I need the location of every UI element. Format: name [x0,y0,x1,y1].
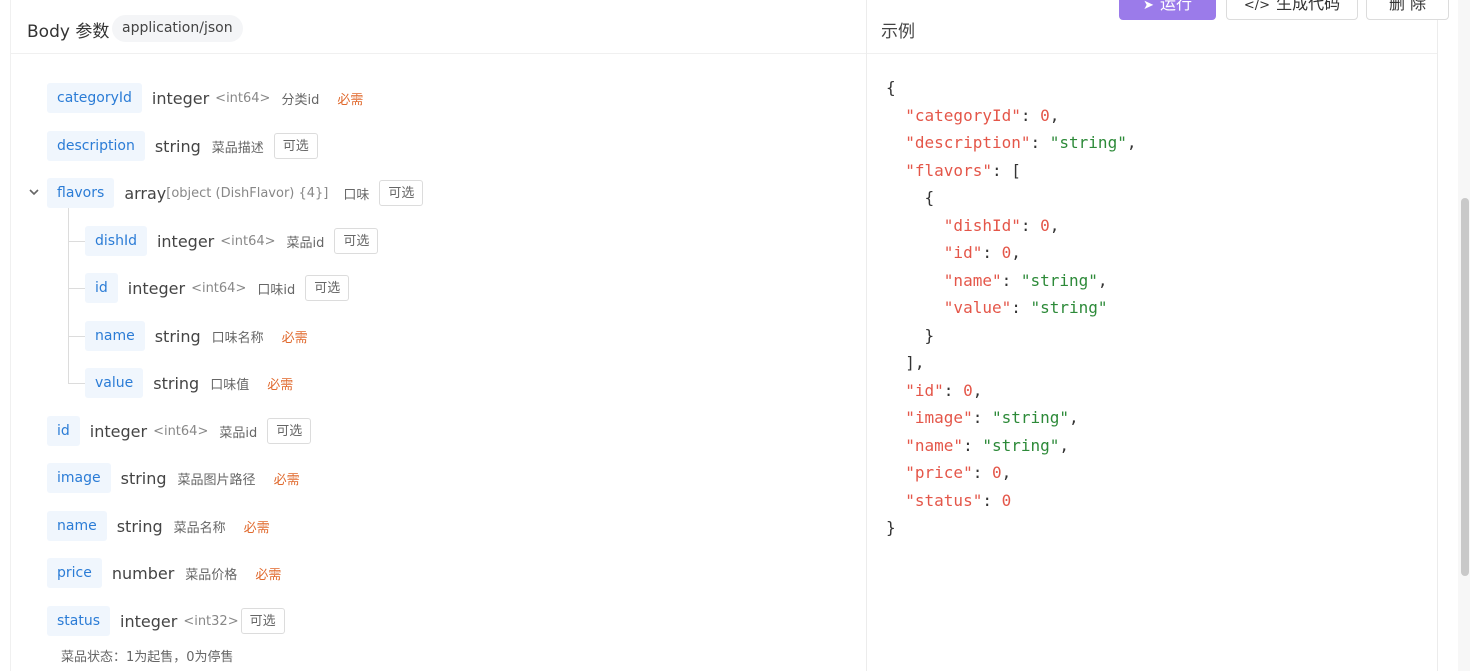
field-name[interactable]: description [47,131,145,161]
run-button[interactable]: ➤ 运行 [1119,0,1216,20]
field-format: <int64> [220,233,276,249]
chevron-down-icon[interactable] [27,185,41,199]
field-type: integer [156,231,215,251]
generate-code-label: 生成代码 [1276,0,1341,13]
optional-tag: 可选 [267,418,312,444]
optional-tag: 可选 [240,608,285,634]
optional-tag: 可选 [379,180,424,206]
content-type-badge: application/json [112,15,243,42]
optional-tag: 可选 [334,228,379,254]
field-type: array [124,183,167,203]
field-desc: 菜品名称 [173,520,226,536]
field-desc: 菜品描述 [211,140,264,156]
tree-connector [68,208,69,384]
field-row: status integer <int32> 可选 [47,604,285,638]
field-type: string [120,468,167,488]
field-desc: 口味id [257,282,296,298]
tree-connector [68,383,85,384]
tree-connector [68,241,85,242]
field-format: <int64> [215,90,271,106]
field-desc: 口味 [343,187,370,203]
field-row: price number 菜品价格 必需 [47,556,281,590]
optional-tag: 可选 [273,133,318,159]
generate-code-button[interactable]: </> 生成代码 [1226,0,1358,20]
field-format: <int32> [183,613,239,629]
required-tag: 必需 [337,92,364,108]
field-desc: 菜品图片路径 [177,472,256,488]
field-desc: 口味值 [210,377,250,393]
json-example: { "categoryId": 0, "description": "strin… [886,78,1137,537]
field-type: integer [127,278,186,298]
field-type: number [111,563,175,583]
field-type: integer [151,88,210,108]
tree-connector [68,288,85,289]
api-doc-page: Body 参数 application/json categoryId inte… [0,0,1470,671]
field-row: description string 菜品描述 可选 [47,129,318,163]
field-name[interactable]: name [85,321,145,351]
tree-connector [68,336,85,337]
field-row: name string 菜品名称 必需 [47,509,270,543]
field-row: value string 口味值 必需 [85,366,293,400]
field-desc: 菜品价格 [185,567,238,583]
scrollbar[interactable] [1458,0,1470,671]
field-name[interactable]: name [47,511,107,541]
field-type: integer [120,611,178,631]
run-button-label: 运行 [1159,0,1192,13]
field-format: [object (DishFlavor) {4}] [166,185,329,201]
required-tag: 必需 [243,520,270,536]
field-row: categoryId integer <int64> 分类id 必需 [47,81,363,115]
run-icon: ➤ [1143,0,1154,13]
required-tag: 必需 [267,377,294,393]
field-row: name string 口味名称 必需 [85,319,308,353]
field-type: string [153,373,200,393]
field-name[interactable]: price [47,558,102,588]
code-icon: </> [1243,0,1271,13]
required-tag: 必需 [273,472,300,488]
field-type: string [116,516,163,536]
field-format: <int64> [191,280,247,296]
body-params-header: Body 参数 application/json [11,0,866,54]
field-name[interactable]: id [47,416,80,446]
field-row: id integer <int64> 口味id 可选 [85,271,350,305]
example-title: 示例 [881,22,915,42]
delete-button-label: 删 除 [1388,0,1427,13]
body-params-panel: Body 参数 application/json categoryId inte… [10,0,867,671]
field-name[interactable]: categoryId [47,83,142,113]
optional-tag: 可选 [305,275,350,301]
example-panel: 示例 { "categoryId": 0, "description": "st… [867,0,1438,671]
delete-button[interactable]: 删 除 [1366,0,1449,20]
field-row: id integer <int64> 菜品id 可选 [47,414,312,448]
body-params-title: Body 参数 [27,22,110,42]
status-note: 菜品状态：1为起售，0为停售 [61,650,234,665]
field-desc: 分类id [281,92,320,108]
field-desc: 菜品id [286,235,325,251]
field-name[interactable]: flavors [47,178,115,208]
field-row: flavors array [object (DishFlavor) {4}] … [47,176,424,210]
scrollbar-thumb[interactable] [1461,198,1469,576]
field-type: string [154,136,201,156]
field-type: integer [89,421,148,441]
field-name[interactable]: image [47,463,111,493]
field-name[interactable]: status [47,606,111,636]
required-tag: 必需 [281,330,308,346]
field-type: string [154,326,201,346]
field-name[interactable]: value [85,368,144,398]
field-row: dishId integer <int64> 菜品id 可选 [85,224,379,258]
field-desc: 口味名称 [211,330,264,346]
field-desc: 菜品id [219,425,258,441]
field-row: image string 菜品图片路径 必需 [47,461,300,495]
field-name[interactable]: dishId [85,226,147,256]
field-name[interactable]: id [85,273,118,303]
field-format: <int64> [153,423,209,439]
required-tag: 必需 [255,567,282,583]
